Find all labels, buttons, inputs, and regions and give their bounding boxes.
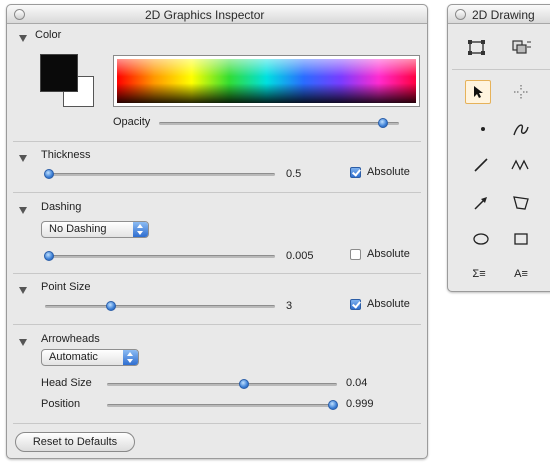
- text-tool-glyph: A≡: [514, 268, 528, 280]
- polygon-tool-icon[interactable]: [508, 191, 534, 215]
- close-icon[interactable]: [14, 9, 25, 20]
- math-text-tool-glyph: Σ≡: [472, 268, 486, 280]
- disk-tool-icon[interactable]: [468, 227, 494, 251]
- thickness-absolute-checkbox[interactable]: [350, 167, 361, 178]
- dashing-section-title: Dashing: [41, 201, 82, 213]
- coordinate-picker-icon[interactable]: [508, 80, 534, 104]
- color-section-title: Color: [35, 29, 62, 41]
- dashing-popup[interactable]: No Dashing: [41, 221, 149, 238]
- point-size-slider[interactable]: [45, 305, 275, 308]
- divider: [13, 324, 421, 325]
- point-size-value: 3: [286, 300, 293, 312]
- point-tool-icon[interactable]: [470, 117, 496, 141]
- position-value: 0.999: [346, 398, 374, 410]
- arrowheads-popup-value: Automatic: [49, 351, 98, 363]
- polyline-tool-icon[interactable]: [508, 153, 534, 177]
- drawing-title: 2D Drawing: [472, 8, 535, 22]
- point-size-disclosure-icon[interactable]: [19, 287, 27, 294]
- head-size-slider-knob[interactable]: [239, 379, 249, 389]
- popup-arrows-icon: [123, 350, 138, 365]
- reset-to-defaults-button[interactable]: Reset to Defaults: [15, 432, 135, 452]
- thickness-value: 0.5: [286, 168, 302, 180]
- arrowheads-popup[interactable]: Automatic: [41, 349, 139, 366]
- divider: [13, 192, 421, 193]
- close-icon[interactable]: [455, 9, 466, 20]
- thickness-disclosure-icon[interactable]: [19, 155, 27, 162]
- drawing-titlebar[interactable]: 2D Drawing: [448, 5, 550, 24]
- opacity-slider-knob[interactable]: [378, 118, 388, 128]
- inspector-title: 2D Graphics Inspector: [145, 8, 265, 22]
- thickness-slider-knob[interactable]: [44, 169, 54, 179]
- dashing-disclosure-icon[interactable]: [19, 207, 27, 214]
- opacity-label: Opacity: [113, 116, 151, 128]
- thickness-slider[interactable]: [45, 173, 275, 176]
- head-size-label: Head Size: [41, 377, 92, 389]
- dashing-popup-value: No Dashing: [49, 223, 107, 235]
- divider: [452, 69, 550, 70]
- arrowheads-disclosure-icon[interactable]: [19, 339, 27, 346]
- dashing-absolute-checkbox[interactable]: [350, 249, 361, 260]
- inspector-titlebar[interactable]: 2D Graphics Inspector: [7, 5, 427, 24]
- math-text-tool-icon[interactable]: Σ≡: [466, 262, 492, 286]
- thickness-absolute-label: Absolute: [367, 166, 410, 178]
- opacity-slider[interactable]: [159, 122, 399, 125]
- inspector-panel: 2D Graphics Inspector Color Opacity Thic…: [6, 4, 428, 459]
- dashing-slider-knob[interactable]: [44, 251, 54, 261]
- position-label: Position: [41, 398, 81, 410]
- divider: [13, 423, 421, 424]
- pointer-tool-icon[interactable]: [465, 80, 491, 104]
- point-size-absolute-label: Absolute: [367, 298, 410, 310]
- divider: [13, 273, 421, 274]
- arrowheads-section-title: Arrowheads: [41, 333, 100, 345]
- freehand-tool-icon[interactable]: [508, 117, 534, 141]
- point-size-absolute-checkbox[interactable]: [350, 299, 361, 310]
- color-disclosure-icon[interactable]: [19, 35, 27, 42]
- dashing-value: 0.005: [286, 250, 314, 262]
- text-tool-icon[interactable]: A≡: [508, 262, 534, 286]
- position-slider[interactable]: [107, 404, 337, 407]
- line-tool-icon[interactable]: [468, 153, 494, 177]
- rectangle-tool-icon[interactable]: [508, 227, 534, 251]
- popup-arrows-icon: [133, 222, 148, 237]
- point-size-slider-knob[interactable]: [106, 301, 116, 311]
- graphics-inset-tool-icon[interactable]: [508, 35, 534, 59]
- head-size-slider[interactable]: [107, 383, 337, 386]
- thickness-section-title: Thickness: [41, 149, 91, 161]
- head-size-value: 0.04: [346, 377, 368, 389]
- color-spectrum[interactable]: [113, 55, 420, 107]
- divider: [13, 141, 421, 142]
- select-tool-icon[interactable]: [464, 35, 490, 59]
- reset-button-label: Reset to Defaults: [32, 436, 118, 448]
- fill-color-swatch-front: [40, 54, 78, 92]
- dashing-absolute-label: Absolute: [367, 248, 410, 260]
- arrow-tool-icon[interactable]: [468, 191, 494, 215]
- dashing-slider[interactable]: [45, 255, 275, 258]
- drawing-palette: 2D Drawing Σ≡ A≡: [447, 4, 550, 292]
- position-slider-knob[interactable]: [328, 400, 338, 410]
- point-size-section-title: Point Size: [41, 281, 91, 293]
